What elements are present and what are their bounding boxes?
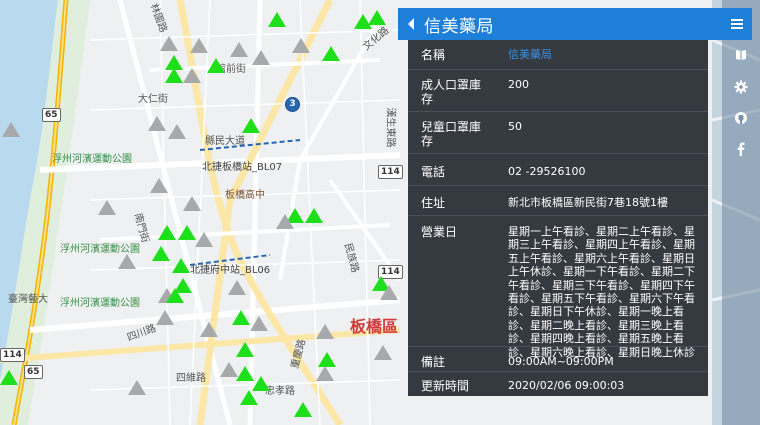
station-label: 北捷府中站_BL06 (190, 265, 271, 276)
pharmacy-marker[interactable] (250, 316, 268, 331)
pharmacy-marker[interactable] (242, 118, 260, 133)
panel-header: 信美藥局 (398, 8, 752, 40)
row-value: 新北市板橋區新民街7巷18號1樓 (508, 196, 668, 209)
hamburger-icon (731, 19, 743, 29)
pharmacy-marker[interactable] (276, 214, 294, 229)
row-label: 名稱 (421, 48, 446, 62)
station-label: 北捷板橋站_BL07 (202, 162, 283, 173)
row-label: 成人口罩庫存 (421, 78, 482, 106)
pharmacy-marker[interactable] (148, 116, 166, 131)
info-row-updated: 更新時間 2020/02/06 09:00:03 (408, 371, 708, 396)
school-label: 板橋高中 (225, 190, 265, 201)
pharmacy-marker[interactable] (118, 254, 136, 269)
pharmacy-marker[interactable] (207, 58, 225, 73)
pharmacy-marker[interactable] (292, 38, 310, 53)
pharmacy-marker[interactable] (380, 285, 398, 300)
row-value: 2020/02/06 09:00:03 (508, 379, 625, 392)
pharmacy-marker[interactable] (98, 200, 116, 215)
pharmacy-marker[interactable] (200, 322, 218, 337)
info-row-adult-mask: 成人口罩庫存 200 (408, 69, 708, 111)
pharmacy-marker[interactable] (368, 10, 386, 25)
row-label: 住址 (421, 196, 446, 210)
pharmacy-marker[interactable] (183, 196, 201, 211)
pharmacy-marker[interactable] (316, 324, 334, 339)
row-value: 星期一上午看診、星期二上午看診、星期三上午看診、星期四上午看診、星期五上午看診、… (508, 225, 695, 359)
info-row-phone: 電話 02 -29526100 (408, 153, 708, 185)
pharmacy-marker[interactable] (240, 390, 258, 405)
pharmacy-marker[interactable] (165, 68, 183, 83)
panel-title: 信美藥局 (424, 16, 494, 37)
pharmacy-marker[interactable] (252, 376, 270, 391)
pharmacy-marker[interactable] (268, 12, 286, 27)
road-label: 大仁街 (138, 94, 168, 105)
pharmacy-marker[interactable] (305, 208, 323, 223)
info-row-note: 備註 09:00AM~09:00PM (408, 346, 708, 371)
road-label: 縣民大道 (205, 136, 245, 147)
bridge-label: 臺灣藝大 (8, 294, 48, 305)
info-table: 名稱 信美藥局 成人口罩庫存 200 兒童口罩庫存 50 電話 02 -2952… (408, 40, 708, 396)
pharmacy-marker[interactable] (318, 352, 336, 367)
pharmacy-marker[interactable] (228, 280, 246, 295)
info-row-name: 名稱 信美藥局 (408, 40, 708, 69)
pharmacy-marker[interactable] (252, 50, 270, 65)
pharmacy-info-panel: 信美藥局 名稱 信美藥局 成人口罩庫存 200 兒童口罩庫存 50 電話 02 … (398, 8, 752, 396)
park-label: 浮州河濱運動公園 (60, 298, 140, 309)
highway-shield: 114 (0, 348, 25, 362)
row-value: 02 -29526100 (508, 165, 586, 178)
row-label: 營業日 (421, 225, 458, 239)
district-label: 板橋區 (350, 317, 399, 336)
row-label: 電話 (421, 165, 446, 179)
pharmacy-marker[interactable] (166, 288, 184, 303)
highway-shield: 65 (42, 108, 61, 122)
pharmacy-marker[interactable] (178, 225, 196, 240)
pharmacy-marker[interactable] (236, 342, 254, 357)
pharmacy-marker[interactable] (232, 310, 250, 325)
row-label: 兒童口罩庫存 (421, 120, 482, 148)
pharmacy-marker[interactable] (374, 345, 392, 360)
back-button[interactable] (398, 8, 424, 40)
highway-shield: 65 (24, 365, 43, 379)
pharmacy-marker[interactable] (150, 178, 168, 193)
pharmacy-marker[interactable] (128, 380, 146, 395)
park-label: 浮州河濱運動公園 (60, 244, 140, 255)
pharmacy-marker[interactable] (195, 232, 213, 247)
row-label: 更新時間 (421, 379, 470, 393)
pharmacy-marker[interactable] (168, 124, 186, 139)
pharmacy-marker[interactable] (0, 370, 18, 385)
pharmacy-marker[interactable] (230, 42, 248, 57)
chevron-left-icon (408, 18, 414, 30)
row-value: 200 (508, 78, 529, 91)
pharmacy-marker[interactable] (183, 68, 201, 83)
pharmacy-marker[interactable] (172, 258, 190, 273)
pharmacy-marker[interactable] (152, 246, 170, 261)
pharmacy-marker[interactable] (316, 366, 334, 381)
row-value: 50 (508, 120, 522, 133)
highway-shield: 3 (285, 97, 300, 112)
pharmacy-marker[interactable] (2, 122, 20, 137)
pharmacy-marker[interactable] (322, 46, 340, 61)
info-row-hours: 營業日 星期一上午看診、星期二上午看診、星期三上午看診、星期四上午看診、星期五上… (408, 215, 708, 359)
name-link[interactable]: 信美藥局 (508, 48, 701, 61)
info-row-child-mask: 兒童口罩庫存 50 (408, 111, 708, 153)
park-label: 浮州河濱運動公園 (52, 154, 132, 165)
pharmacy-marker[interactable] (160, 36, 178, 51)
menu-button[interactable] (730, 16, 744, 30)
pharmacy-marker[interactable] (190, 38, 208, 53)
pharmacy-marker[interactable] (294, 402, 312, 417)
row-label: 備註 (421, 355, 446, 369)
info-row-address: 住址 新北市板橋區新民街7巷18號1樓 (408, 185, 708, 215)
road-label: 四維路 (176, 373, 206, 384)
row-value: 09:00AM~09:00PM (508, 355, 614, 368)
pharmacy-marker[interactable] (158, 225, 176, 240)
pharmacy-marker[interactable] (156, 310, 174, 325)
